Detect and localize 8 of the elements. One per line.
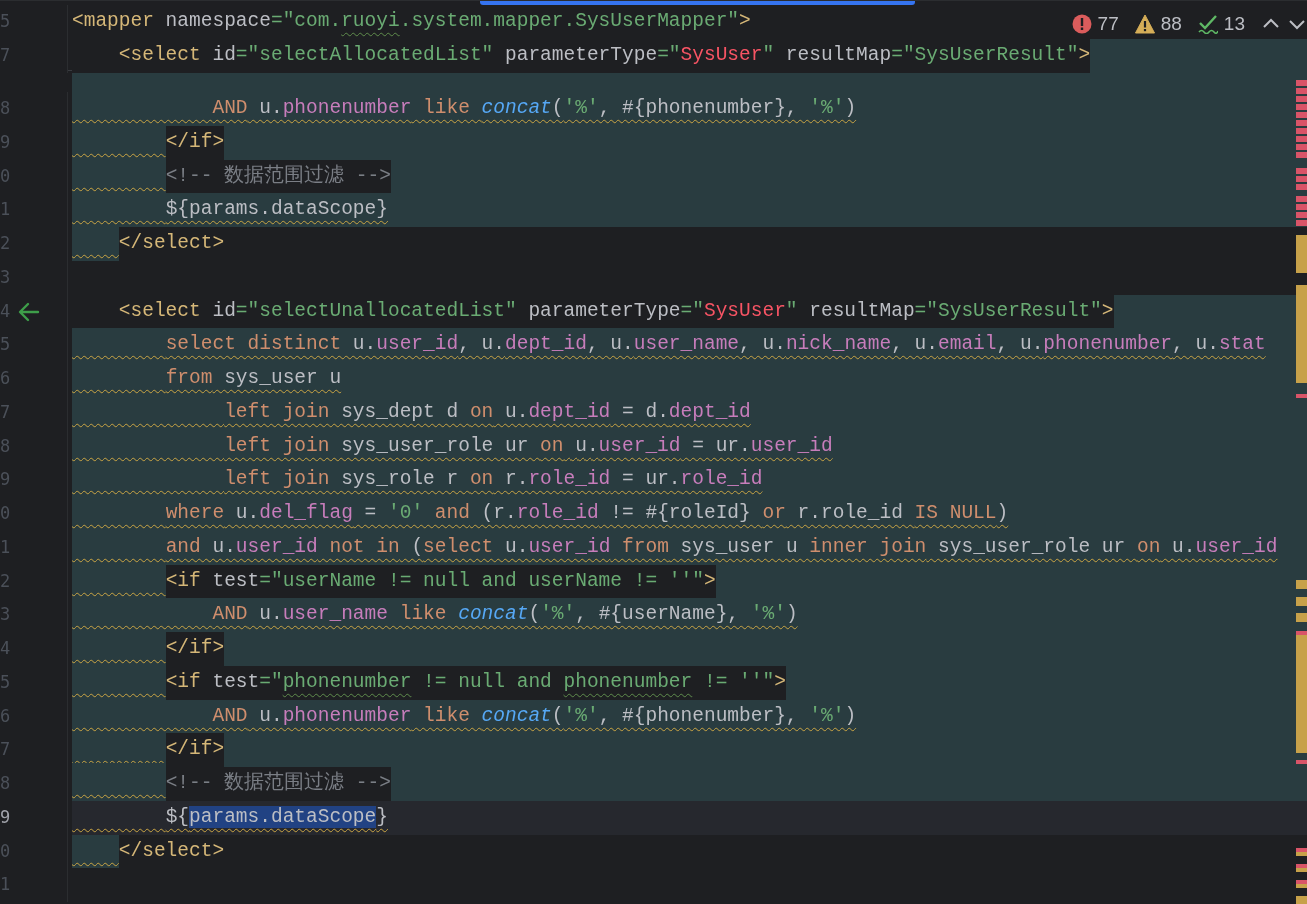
left-arrow-icon[interactable] <box>18 301 40 322</box>
inspection-count: 13 <box>1223 12 1245 36</box>
inspection-count: 77 <box>1097 12 1119 36</box>
line-number: 9 <box>0 805 11 829</box>
typo-check-icon[interactable] <box>1197 14 1218 35</box>
warning-icon[interactable] <box>1134 14 1155 35</box>
inspection-count: 88 <box>1160 12 1182 36</box>
error-icon[interactable] <box>1071 14 1092 35</box>
